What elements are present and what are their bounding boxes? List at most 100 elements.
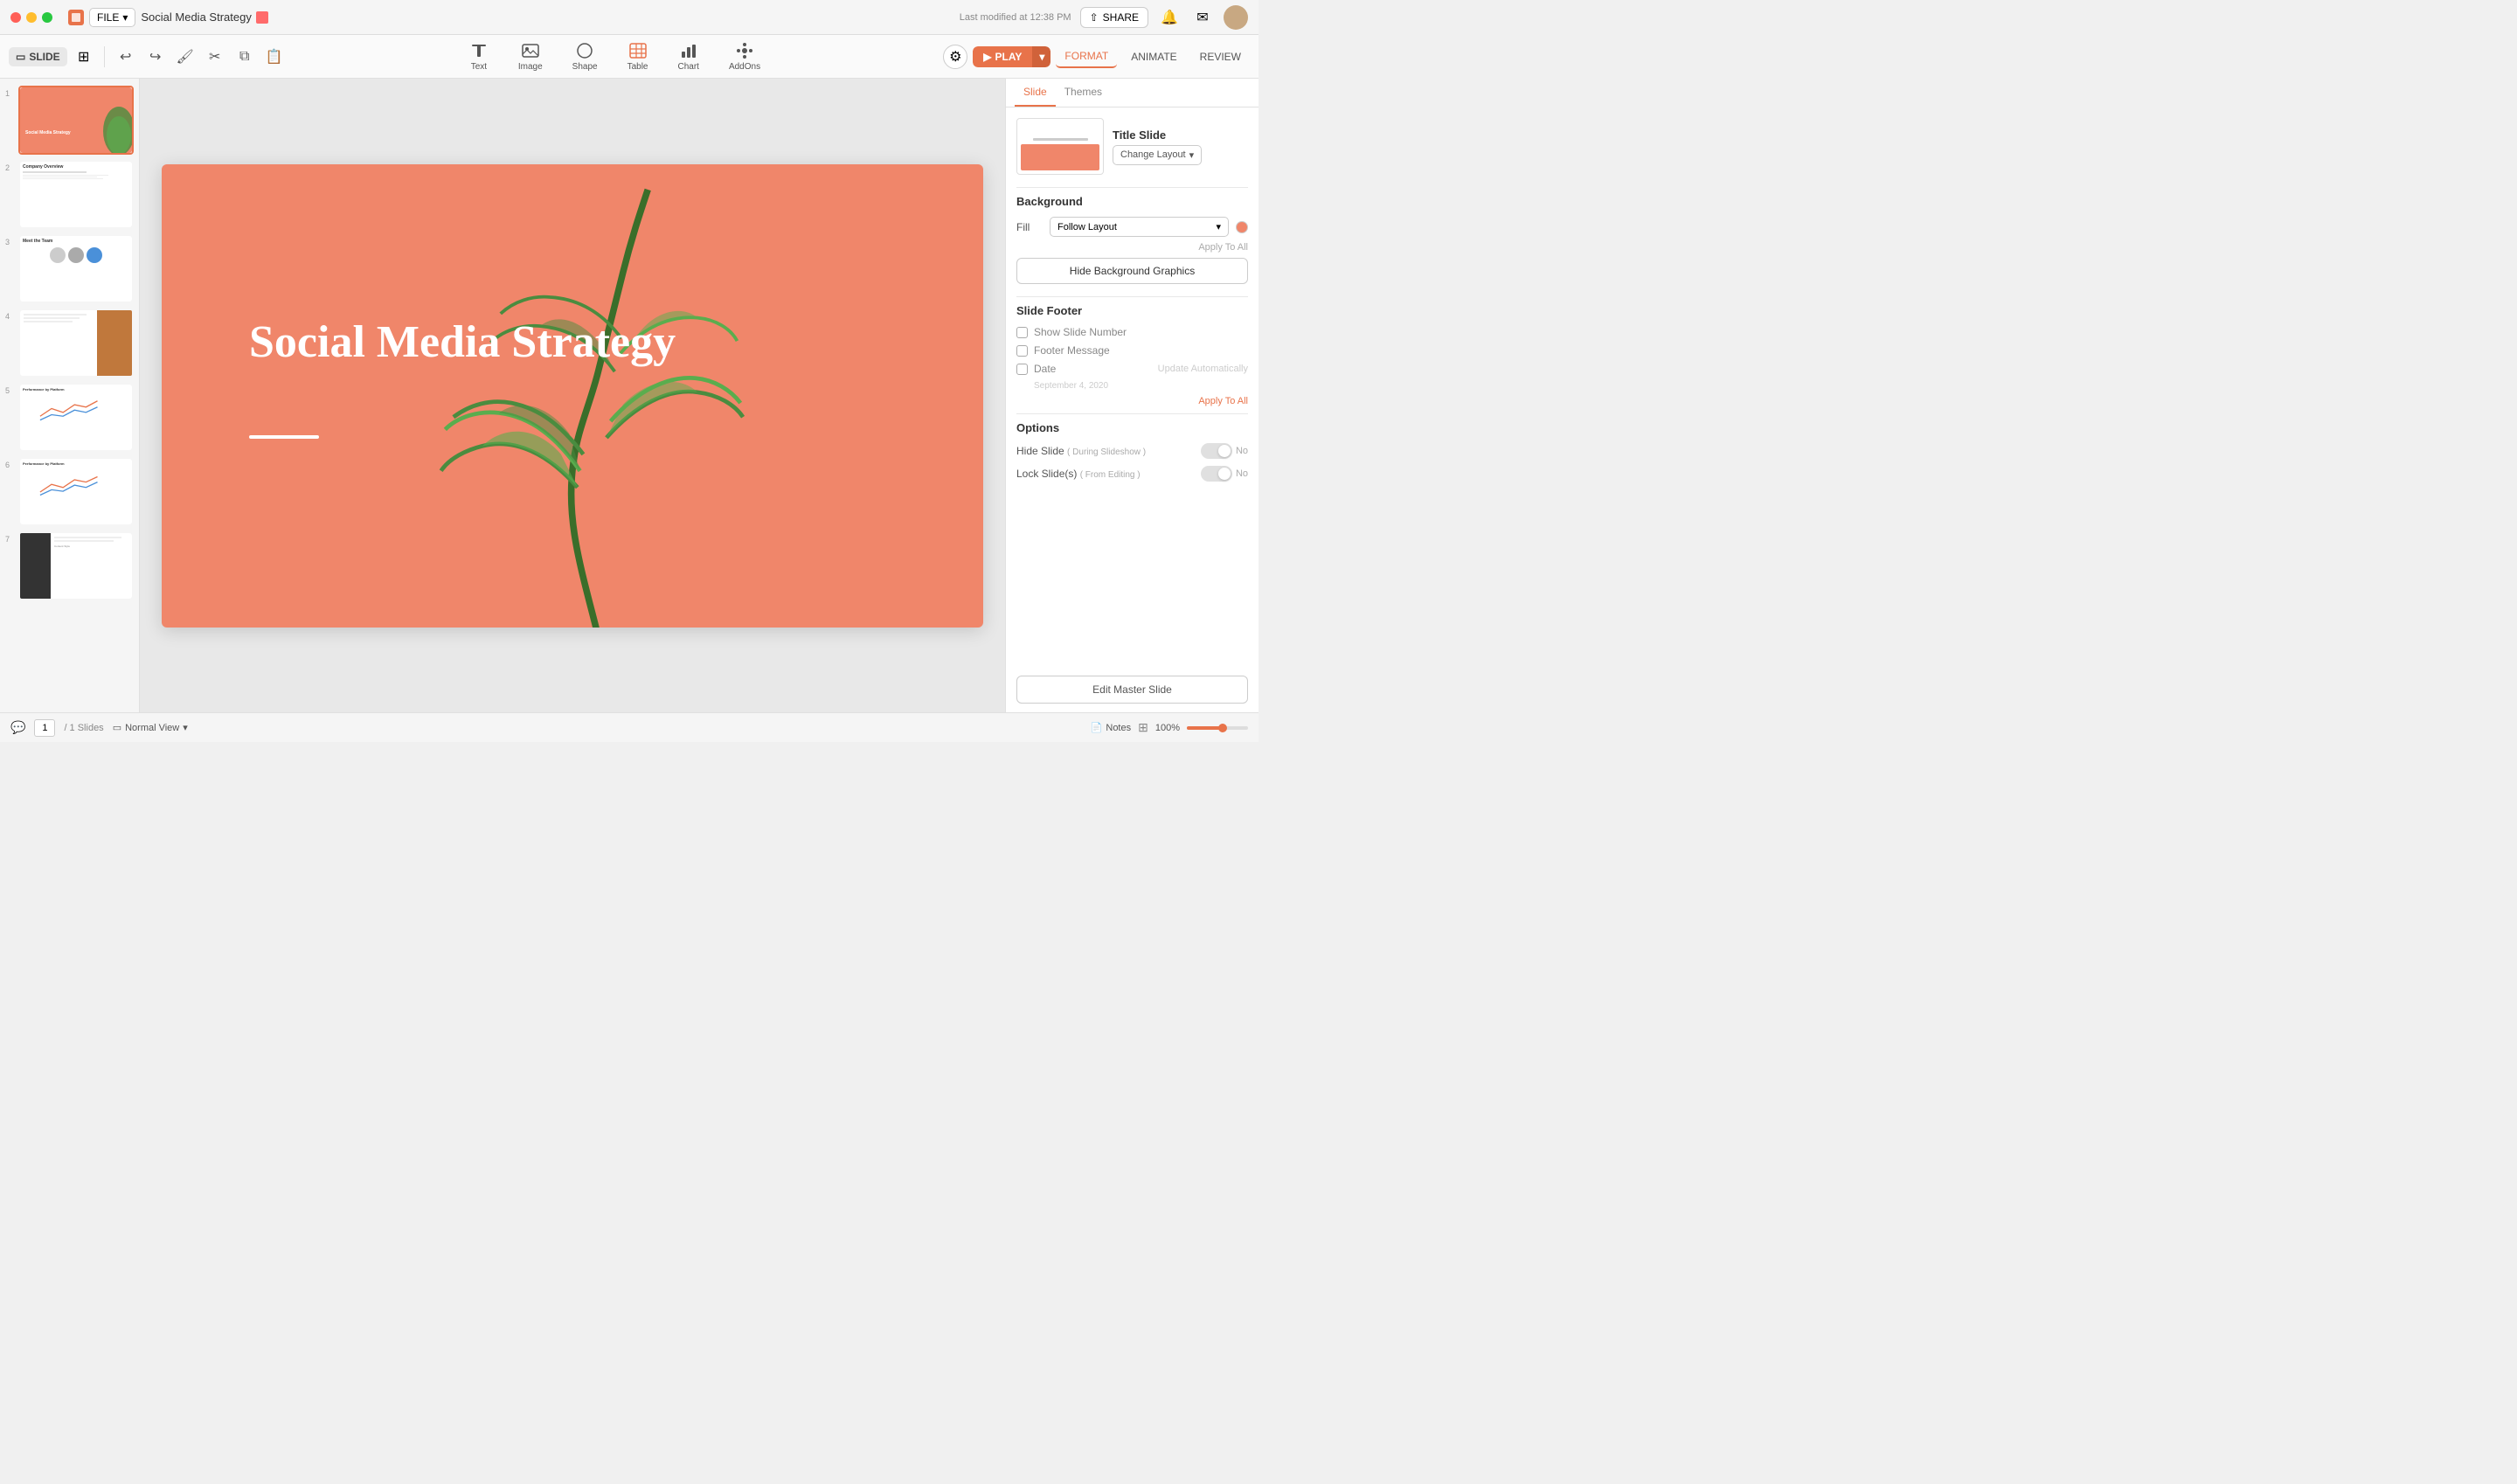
tool-table[interactable]: Table	[621, 38, 655, 74]
show-slide-number-checkbox[interactable]	[1016, 327, 1028, 338]
paste-button[interactable]: 📋	[262, 45, 287, 69]
cut-button[interactable]: ✂	[203, 45, 227, 69]
date-checkbox[interactable]	[1016, 364, 1028, 375]
doc-title-text: Social Media Strategy	[141, 10, 251, 24]
paint-button[interactable]: 🖌	[173, 45, 198, 69]
slide-num-2: 2	[5, 163, 14, 172]
show-slide-number-label: Show Slide Number	[1034, 326, 1127, 338]
slide-thumbnail-5[interactable]: 5 Performance by Platform	[5, 383, 134, 452]
notes-button[interactable]: 📄 Notes	[1091, 722, 1131, 733]
avatar[interactable]	[1224, 5, 1248, 30]
fullscreen-button[interactable]	[42, 12, 52, 23]
hide-slide-toggle-track[interactable]	[1201, 443, 1232, 459]
table-label: Table	[628, 62, 648, 72]
plant-decoration	[179, 173, 983, 628]
fill-dropdown[interactable]: Follow Layout ▾	[1050, 217, 1229, 237]
slide-label: SLIDE	[29, 51, 59, 63]
slide-mode-button[interactable]: ▭ SLIDE	[9, 47, 67, 66]
show-slide-number-row: Show Slide Number	[1016, 326, 1248, 338]
canvas-area: Social Media Strategy	[140, 79, 1005, 712]
image-icon	[521, 41, 540, 60]
footer-message-checkbox[interactable]	[1016, 345, 1028, 357]
slide-title: Social Media Strategy	[249, 317, 676, 367]
edit-master-slide-button[interactable]: Edit Master Slide	[1016, 676, 1248, 704]
redo-button[interactable]: ↪	[143, 45, 168, 69]
change-layout-button[interactable]: Change Layout ▾	[1113, 145, 1202, 165]
lock-slide-toggle[interactable]: No	[1201, 466, 1248, 482]
grid-view-button[interactable]: ⊞	[73, 45, 95, 68]
fill-option-text: Follow Layout	[1057, 222, 1117, 232]
slide-thumbnail-4[interactable]: 4	[5, 309, 134, 378]
file-menu-button[interactable]: FILE ▾	[89, 8, 135, 27]
slide-thumbnail-2[interactable]: 2 Company Overview	[5, 160, 134, 229]
slide-thumbnail-6[interactable]: 6 Performance by Platform	[5, 457, 134, 526]
hide-background-button[interactable]: Hide Background Graphics	[1016, 258, 1248, 284]
play-caret-button[interactable]: ▾	[1032, 46, 1050, 67]
copy-button[interactable]: ⧉	[232, 45, 257, 69]
file-area: FILE ▾ Social Media Strategy	[68, 8, 268, 27]
share-button[interactable]: ⇧ SHARE	[1080, 7, 1148, 28]
chat-icon[interactable]: 💬	[10, 720, 25, 735]
layout-preview-salmon	[1021, 144, 1099, 170]
fill-color-swatch[interactable]	[1236, 221, 1248, 233]
tool-image[interactable]: Image	[511, 38, 550, 74]
slide-num-5: 5	[5, 386, 14, 395]
hide-slide-row: Hide Slide ( During Slideshow ) No	[1016, 443, 1248, 459]
footer-apply-all[interactable]: Apply To All	[1016, 396, 1248, 406]
mail-icon[interactable]: ✉	[1190, 5, 1215, 30]
app-icon	[68, 10, 84, 25]
notifications-icon[interactable]: 🔔	[1157, 5, 1182, 30]
undo-button[interactable]: ↩	[114, 45, 138, 69]
thumb-content-3: Meet the Team	[20, 236, 132, 266]
footer-section: Slide Footer Show Slide Number Footer Me…	[1016, 304, 1248, 406]
play-button[interactable]: ▶ PLAY	[973, 46, 1032, 67]
hide-slide-toggle[interactable]: No	[1201, 443, 1248, 459]
slide-panel: 1 Social Media Strategy 2 Company Over	[0, 79, 140, 712]
layout-name: Title Slide	[1113, 128, 1248, 142]
zoom-level-text: 100%	[1155, 723, 1180, 733]
close-button[interactable]	[10, 12, 21, 23]
fill-label: Fill	[1016, 221, 1043, 233]
settings-button[interactable]: ⚙	[943, 45, 967, 69]
tool-shape[interactable]: Shape	[565, 38, 605, 74]
tool-chart[interactable]: Chart	[670, 38, 705, 74]
review-tab[interactable]: REVIEW	[1191, 46, 1250, 67]
themes-tab[interactable]: Themes	[1056, 79, 1111, 107]
slide-thumbnail-3[interactable]: 3 Meet the Team	[5, 234, 134, 303]
divider-3	[1016, 413, 1248, 414]
page-input[interactable]	[34, 719, 55, 737]
slide-thumbnail-1[interactable]: 1 Social Media Strategy	[5, 86, 134, 155]
format-tab[interactable]: FORMAT	[1056, 45, 1117, 68]
toolbar-right: ⚙ ▶ PLAY ▾ FORMAT ANIMATE REVIEW	[943, 45, 1250, 69]
date-label: Date	[1034, 363, 1056, 375]
apply-all-text[interactable]: Apply To All	[1016, 242, 1248, 253]
zoom-slider[interactable]	[1187, 726, 1248, 730]
background-title: Background	[1016, 195, 1248, 208]
zoom-thumb[interactable]	[1218, 724, 1227, 732]
hide-slide-sub-text: ( During Slideshow )	[1067, 447, 1146, 457]
slide-tab[interactable]: Slide	[1015, 79, 1056, 107]
chart-icon	[679, 41, 698, 60]
shape-label: Shape	[572, 62, 598, 72]
change-layout-label: Change Layout	[1120, 149, 1186, 160]
titlebar-right: Last modified at 12:38 PM ⇧ SHARE 🔔 ✉	[960, 5, 1248, 30]
doc-type-icon	[256, 11, 268, 24]
thumb-title-1: Social Media Strategy	[25, 130, 71, 135]
animate-tab[interactable]: ANIMATE	[1122, 46, 1185, 67]
lock-slide-toggle-track[interactable]	[1201, 466, 1232, 482]
divider-1	[1016, 187, 1248, 188]
view-mode-button[interactable]: ▭ Normal View ▾	[113, 722, 188, 733]
slide-num-7: 7	[5, 535, 14, 544]
bottom-bar: 💬 / 1 Slides ▭ Normal View ▾ 📄 Notes ⊞ 1…	[0, 712, 1258, 742]
thumb-content-2: Company Overview	[20, 162, 132, 182]
minimize-button[interactable]	[26, 12, 37, 23]
tool-addons[interactable]: AddOns	[722, 38, 767, 74]
titlebar: FILE ▾ Social Media Strategy Last modifi…	[0, 0, 1258, 35]
slide-sorter-icon[interactable]: ⊞	[1138, 720, 1148, 735]
tool-text[interactable]: Text	[462, 38, 496, 74]
slide-canvas[interactable]: Social Media Strategy	[162, 164, 983, 628]
lock-slide-toggle-thumb	[1218, 468, 1231, 480]
toolbar-left: ▭ SLIDE ⊞ ↩ ↪ 🖌 ✂ ⧉ 📋	[9, 45, 287, 69]
addons-icon	[735, 41, 754, 60]
slide-thumbnail-7[interactable]: 7 Content Style	[5, 531, 134, 600]
